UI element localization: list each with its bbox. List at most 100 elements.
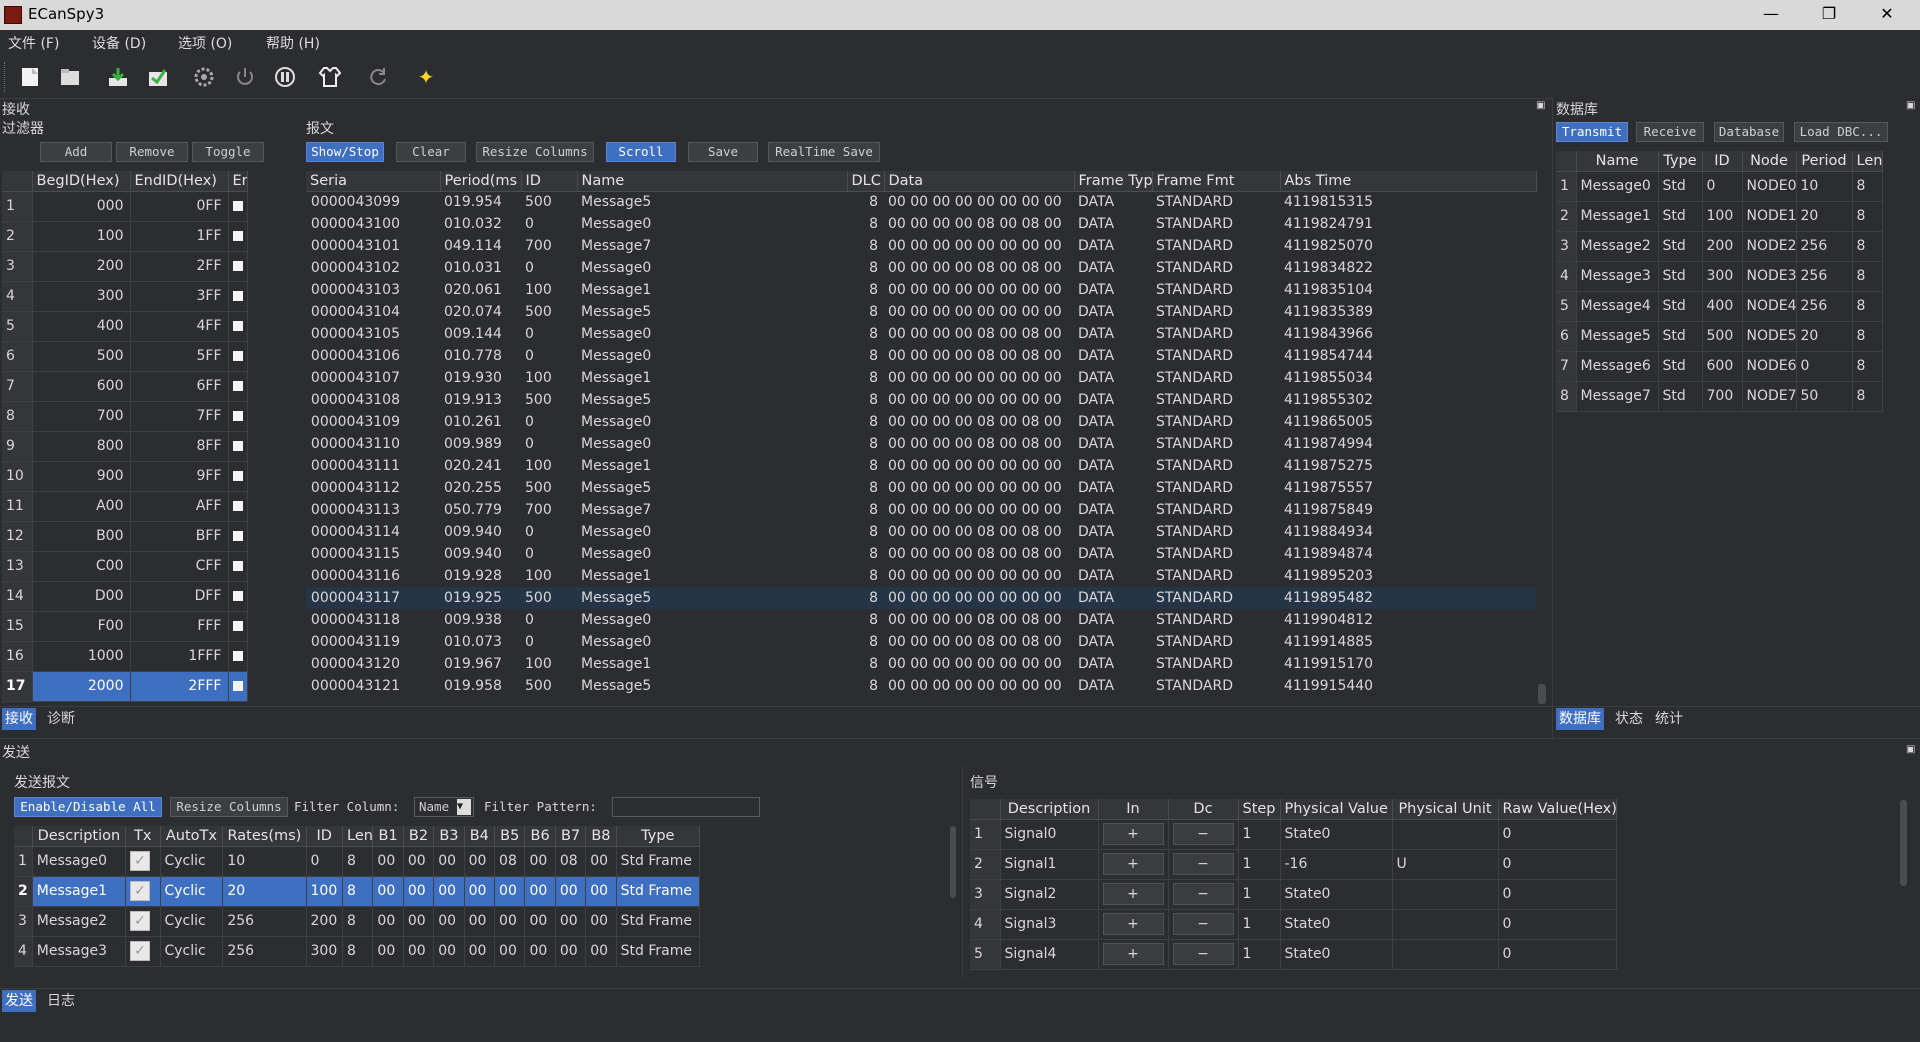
row-number[interactable]: 4 <box>2 281 33 312</box>
send-table-scrollbar[interactable] <box>950 826 956 898</box>
message-row[interactable]: 0000043101 049.114 700 Message7 8 00 00 00 00… <box>306 235 1536 257</box>
enable-cell[interactable] <box>228 671 248 702</box>
enable-cell[interactable] <box>228 371 248 402</box>
send-col-header[interactable]: B2 <box>403 826 435 847</box>
increment-cell[interactable]: + <box>1098 849 1169 880</box>
row-number[interactable]: 7 <box>2 371 33 402</box>
endid-cell[interactable]: 5FF <box>130 341 229 372</box>
send-col-header[interactable]: B4 <box>464 826 496 847</box>
filter-row[interactable]: 4 300 3FF <box>2 281 248 312</box>
enable-checkbox[interactable] <box>232 441 243 451</box>
row-number[interactable]: 5 <box>2 311 33 342</box>
begid-cell[interactable]: 700 <box>32 401 131 432</box>
row-number[interactable]: 13 <box>2 551 33 582</box>
db-col-header[interactable]: Period <box>1796 151 1853 172</box>
endid-cell[interactable]: 4FF <box>130 311 229 342</box>
send-col-header[interactable]: AutoTx <box>160 826 224 847</box>
enable-cell[interactable] <box>228 311 248 342</box>
decrement-button[interactable]: − <box>1172 853 1234 875</box>
menu-device[interactable]: 设备 (D) <box>92 33 146 53</box>
endid-cell[interactable]: 2FF <box>130 251 229 282</box>
decrement-button[interactable]: − <box>1172 883 1234 905</box>
database-row[interactable]: 1 Message0 Std 0 NODE0 10 8 <box>1556 171 1883 202</box>
enable-checkbox[interactable] <box>232 351 243 361</box>
send-resize-columns-button[interactable]: Resize Columns <box>170 797 288 817</box>
row-number[interactable]: 11 <box>2 491 33 522</box>
send-col-header[interactable]: B7 <box>555 826 587 847</box>
enable-checkbox[interactable] <box>232 381 243 391</box>
filter-row[interactable]: 5 400 4FF <box>2 311 248 342</box>
filter-row[interactable]: 3 200 2FF <box>2 251 248 282</box>
begid-cell[interactable]: C00 <box>32 551 131 582</box>
message-row[interactable]: 0000043119 010.073 0 Message0 8 00 00 00 00 0… <box>306 631 1536 653</box>
endid-cell[interactable]: AFF <box>130 491 229 522</box>
filter-row[interactable]: 14 D00 DFF <box>2 581 248 612</box>
clear-button[interactable]: Clear <box>396 142 466 162</box>
decrement-cell[interactable]: − <box>1168 879 1239 910</box>
enable-cell[interactable] <box>228 221 248 252</box>
filter-row[interactable]: 1 000 0FF <box>2 191 248 222</box>
filter-row[interactable]: 16 1000 1FFF <box>2 641 248 672</box>
filter-column-select[interactable]: Name ▼ <box>414 797 474 817</box>
enable-checkbox[interactable] <box>232 591 243 601</box>
toggle-filter-button[interactable]: Toggle <box>192 142 264 162</box>
filter-row[interactable]: 12 B00 BFF <box>2 521 248 552</box>
database-row[interactable]: 2 Message1 Std 100 NODE1 20 8 <box>1556 201 1883 232</box>
increment-button[interactable]: + <box>1102 823 1164 845</box>
send-col-header[interactable]: B3 <box>433 826 465 847</box>
shirt-icon[interactable] <box>316 63 344 91</box>
row-number[interactable]: 14 <box>2 581 33 612</box>
decrement-cell[interactable]: − <box>1168 939 1239 970</box>
enable-checkbox[interactable] <box>232 501 243 511</box>
menu-help[interactable]: 帮助 (H) <box>266 33 320 53</box>
enable-checkbox[interactable] <box>232 291 243 301</box>
filter-row[interactable]: 17 2000 2FFF <box>2 671 248 702</box>
save-button[interactable]: Save <box>688 142 758 162</box>
increment-button[interactable]: + <box>1102 853 1164 875</box>
signal-col-header[interactable]: Physical Unit <box>1392 799 1499 820</box>
enable-disable-all-button[interactable]: Enable/Disable All <box>14 797 162 817</box>
tx-checkbox[interactable]: ✓ <box>130 941 151 961</box>
message-row[interactable]: 0000043103 020.061 100 Message1 8 00 00 00 00… <box>306 279 1536 301</box>
settings-gear-icon[interactable] <box>190 63 218 91</box>
star-icon[interactable]: ✦ <box>412 63 440 91</box>
refresh-icon[interactable] <box>364 63 392 91</box>
enable-checkbox[interactable] <box>232 471 243 481</box>
begid-cell[interactable]: 900 <box>32 461 131 492</box>
send-col-header[interactable]: B6 <box>524 826 556 847</box>
scroll-button[interactable]: Scroll <box>606 142 676 162</box>
signal-col-header[interactable]: Dc <box>1168 799 1239 820</box>
message-row[interactable]: 0000043111 020.241 100 Message1 8 00 00 00 00… <box>306 455 1536 477</box>
col-header[interactable]: Frame Typ <box>1074 171 1153 192</box>
signal-col-header[interactable]: Raw Value(Hex) <box>1498 799 1617 820</box>
endid-cell[interactable]: DFF <box>130 581 229 612</box>
signal-row[interactable]: 3 Signal2 + −1 State0 0 <box>970 879 1617 910</box>
signal-col-header[interactable]: Physical Value <box>1280 799 1393 820</box>
message-row[interactable]: 0000043099 019.954 500 Message5 8 00 00 00 00… <box>306 191 1536 213</box>
endid-cell[interactable]: 1FF <box>130 221 229 252</box>
begid-cell[interactable]: B00 <box>32 521 131 552</box>
message-row[interactable]: 0000043105 009.144 0 Message0 8 00 00 00 00 0… <box>306 323 1536 345</box>
enable-checkbox[interactable] <box>232 531 243 541</box>
begid-cell[interactable]: 800 <box>32 431 131 462</box>
enable-cell[interactable] <box>228 191 248 222</box>
send-col-header[interactable]: Rates(ms) <box>222 826 307 847</box>
filter-row[interactable]: 2 100 1FF <box>2 221 248 252</box>
database-row[interactable]: 4 Message3 Std 300 NODE3 256 8 <box>1556 261 1883 292</box>
enable-checkbox[interactable] <box>232 231 243 241</box>
message-row[interactable]: 0000043120 019.967 100 Message1 8 00 00 00 00… <box>306 653 1536 675</box>
db-col-header[interactable]: Name <box>1576 151 1659 172</box>
tx-cell[interactable]: ✓ <box>125 846 161 877</box>
remove-filter-button[interactable]: Remove <box>116 142 188 162</box>
filter-row[interactable]: 11 A00 AFF <box>2 491 248 522</box>
col-header[interactable]: Abs Time <box>1280 171 1537 192</box>
enable-cell[interactable] <box>228 461 248 492</box>
send-row[interactable]: 4 Message3 ✓ Cyclic 256 300 8 00 00 00 00 00 00 00 00 S… <box>14 936 701 967</box>
row-number[interactable]: 15 <box>2 611 33 642</box>
enable-cell[interactable] <box>228 341 248 372</box>
col-header[interactable]: DLC <box>847 171 885 192</box>
send-col-header[interactable]: Len <box>342 826 374 847</box>
database-row[interactable]: 8 Message7 Std 700 NODE7 50 8 <box>1556 381 1883 412</box>
enable-cell[interactable] <box>228 551 248 582</box>
begid-cell[interactable]: 1000 <box>32 641 131 672</box>
